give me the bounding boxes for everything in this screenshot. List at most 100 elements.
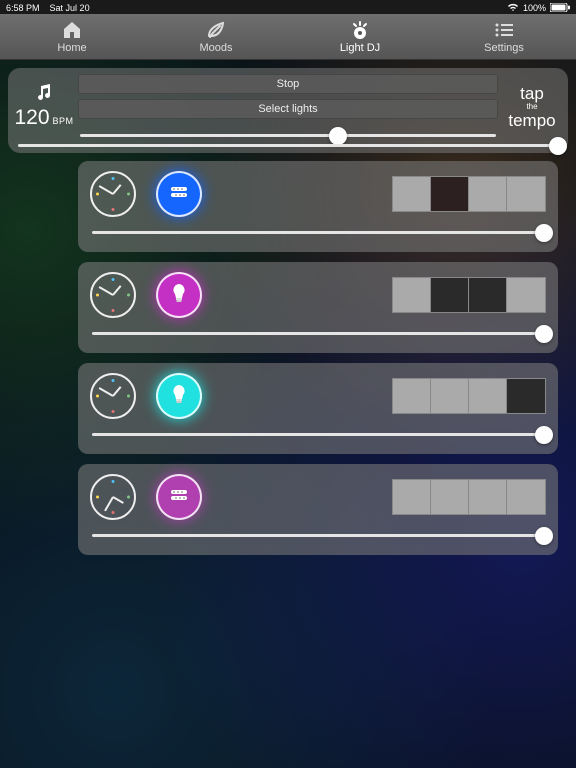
- light-button[interactable]: [156, 474, 202, 520]
- clock-tick: [112, 177, 115, 180]
- light-button[interactable]: [156, 272, 202, 318]
- battery-icon: [550, 3, 570, 12]
- strip-icon: [168, 484, 190, 511]
- clock-tick: [127, 395, 130, 398]
- clock-button[interactable]: [90, 272, 136, 318]
- dj-icon: [348, 20, 372, 40]
- home-icon: [61, 20, 83, 40]
- swatch-group: [392, 378, 546, 414]
- clock-button[interactable]: [90, 373, 136, 419]
- channel-slider-thumb[interactable]: [535, 527, 553, 545]
- nav-settings[interactable]: Settings: [432, 14, 576, 59]
- clock-tick: [112, 480, 115, 483]
- channel-slider[interactable]: [92, 332, 544, 335]
- control-center: Stop Select lights: [78, 74, 498, 139]
- channel-top: [90, 272, 546, 318]
- clock-tick: [112, 511, 115, 514]
- channel-top: [90, 373, 546, 419]
- color-swatch[interactable]: [469, 379, 507, 413]
- nav-lightdj-label: Light DJ: [340, 42, 380, 54]
- channel-slider[interactable]: [92, 231, 544, 234]
- bpm-unit: BPM: [53, 116, 74, 126]
- color-swatch[interactable]: [507, 480, 545, 514]
- bottom-slider[interactable]: [18, 144, 558, 147]
- color-swatch[interactable]: [431, 177, 469, 211]
- channel-slider-thumb[interactable]: [535, 426, 553, 444]
- swatch-group: [392, 176, 546, 212]
- status-bar: 6:58 PM Sat Jul 20 100%: [0, 0, 576, 14]
- channel-row: [78, 262, 558, 353]
- channels-list: [0, 161, 576, 555]
- color-swatch[interactable]: [393, 480, 431, 514]
- bulb-icon: [170, 282, 188, 309]
- master-slider[interactable]: [80, 134, 496, 137]
- clock-button[interactable]: [90, 474, 136, 520]
- channel-slider-thumb[interactable]: [535, 325, 553, 343]
- color-swatch[interactable]: [507, 177, 545, 211]
- clock-tick: [96, 193, 99, 196]
- color-swatch[interactable]: [469, 480, 507, 514]
- color-swatch[interactable]: [393, 177, 431, 211]
- color-swatch[interactable]: [393, 278, 431, 312]
- clock-tick: [112, 309, 115, 312]
- swatch-group: [392, 277, 546, 313]
- nav-settings-label: Settings: [484, 42, 524, 54]
- nav-home-label: Home: [57, 42, 86, 54]
- color-swatch[interactable]: [431, 379, 469, 413]
- stop-button[interactable]: Stop: [78, 74, 498, 94]
- color-swatch[interactable]: [469, 177, 507, 211]
- control-card: 120 BPM Stop Select lights tap the tempo: [8, 68, 568, 153]
- nav-moods-label: Moods: [199, 42, 232, 54]
- select-lights-button[interactable]: Select lights: [78, 99, 498, 119]
- color-swatch[interactable]: [431, 278, 469, 312]
- leaf-icon: [205, 20, 227, 40]
- wifi-icon: [507, 3, 519, 12]
- color-swatch[interactable]: [507, 278, 545, 312]
- clock-tick: [112, 208, 115, 211]
- color-swatch[interactable]: [431, 480, 469, 514]
- clock-tick: [127, 294, 130, 297]
- clock-tick: [96, 294, 99, 297]
- master-slider-thumb[interactable]: [329, 127, 347, 145]
- clock-tick: [112, 410, 115, 413]
- bpm-value: 120: [14, 106, 49, 130]
- tempo-tap-label: tap: [520, 85, 544, 102]
- music-note-icon: [34, 83, 54, 106]
- clock-tick: [96, 496, 99, 499]
- top-nav: Home Moods Light DJ Settings: [0, 14, 576, 60]
- status-time: 6:58 PM: [6, 3, 40, 13]
- color-swatch[interactable]: [469, 278, 507, 312]
- clock-tick: [127, 193, 130, 196]
- swatch-group: [392, 479, 546, 515]
- nav-moods[interactable]: Moods: [144, 14, 288, 59]
- channel-row: [78, 161, 558, 252]
- status-battery-pct: 100%: [523, 3, 546, 13]
- color-swatch[interactable]: [507, 379, 545, 413]
- bulb-icon: [170, 383, 188, 410]
- channel-top: [90, 474, 546, 520]
- bottom-slider-thumb[interactable]: [549, 137, 567, 155]
- channel-slider[interactable]: [92, 534, 544, 537]
- status-left: 6:58 PM Sat Jul 20: [6, 3, 90, 13]
- light-button[interactable]: [156, 171, 202, 217]
- channel-slider[interactable]: [92, 433, 544, 436]
- channel-top: [90, 171, 546, 217]
- clock-button[interactable]: [90, 171, 136, 217]
- color-swatch[interactable]: [393, 379, 431, 413]
- channel-slider-thumb[interactable]: [535, 224, 553, 242]
- clock-tick: [96, 395, 99, 398]
- tap-tempo-button[interactable]: tap the tempo: [504, 74, 560, 139]
- nav-lightdj[interactable]: Light DJ: [288, 14, 432, 59]
- light-button[interactable]: [156, 373, 202, 419]
- tempo-the-label: the: [526, 103, 537, 111]
- clock-tick: [112, 278, 115, 281]
- settings-list-icon: [493, 20, 515, 40]
- strip-icon: [168, 181, 190, 208]
- tempo-tempo-label: tempo: [508, 112, 555, 129]
- bpm-display[interactable]: 120 BPM: [16, 74, 72, 139]
- channel-row: [78, 464, 558, 555]
- clock-tick: [112, 379, 115, 382]
- nav-home[interactable]: Home: [0, 14, 144, 59]
- channel-row: [78, 363, 558, 454]
- status-date: Sat Jul 20: [50, 3, 90, 13]
